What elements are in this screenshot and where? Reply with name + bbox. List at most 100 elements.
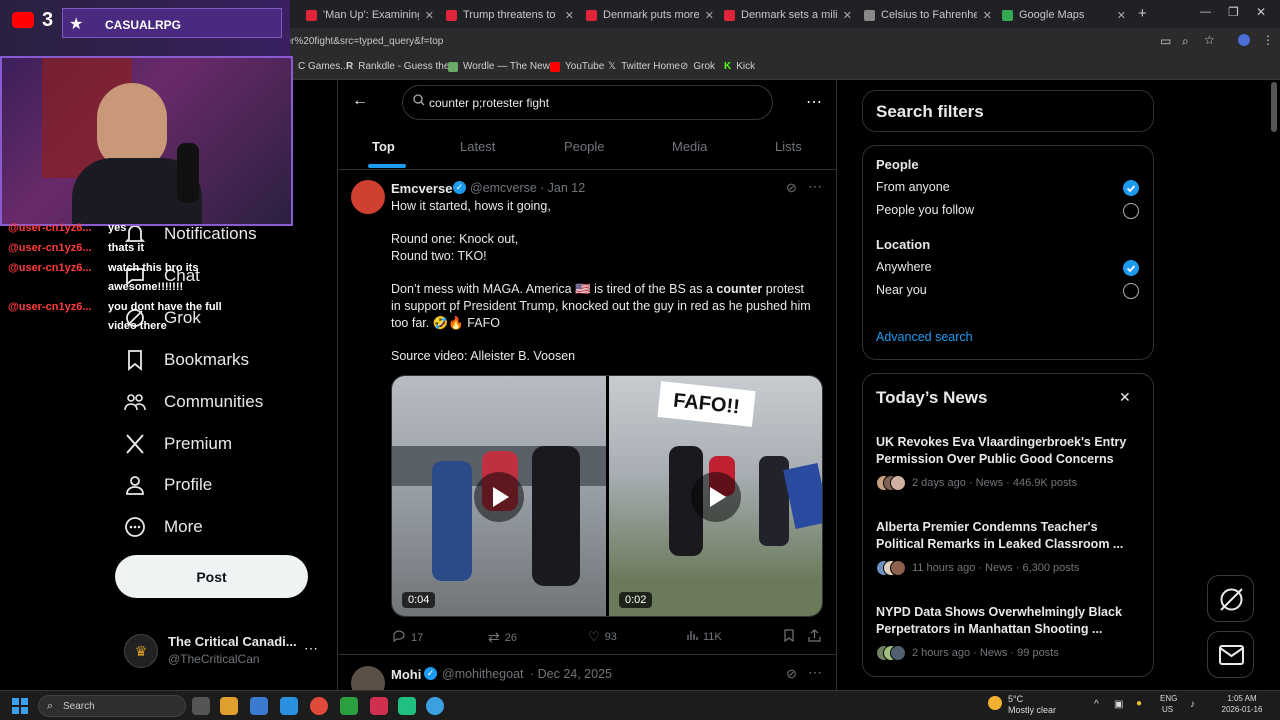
account-switcher[interactable]: ♛ The Critical Canadi... @TheCriticalCan… [124,630,324,672]
news-headline[interactable]: UK Revokes Eva Vlaardingerbroek's Entry … [876,434,1138,468]
more-dots-icon[interactable]: ⋯ [304,640,318,657]
tab-latest[interactable]: Latest [460,139,495,154]
tab-top[interactable]: Top [372,139,395,154]
close-icon[interactable]: ✕ [565,9,574,22]
post-button[interactable]: Post [115,555,308,598]
play-button[interactable] [474,472,524,522]
nav-profile[interactable]: Profile [123,469,212,501]
close-icon[interactable]: ✕ [843,9,852,22]
views-button[interactable]: 11K [686,629,722,644]
xbox-icon[interactable] [340,697,358,715]
network-icon[interactable]: ▣ [1114,699,1123,710]
app-icon[interactable] [398,697,416,715]
bookmark-item[interactable]: YouTube [550,61,604,72]
bookmark-item[interactable]: R Rankdle - Guess the... [346,61,458,72]
radio-from-anyone[interactable] [1123,180,1139,196]
browser-tab[interactable]: Denmark sets a military b✕ [718,4,858,26]
extension-icon[interactable] [1238,34,1250,46]
video-thumbnail[interactable]: 0:04 [392,376,606,616]
radio-anywhere[interactable] [1123,260,1139,276]
taskbar-search-input[interactable]: ⌕ Search [38,695,186,717]
chrome-icon[interactable] [310,697,328,715]
close-icon[interactable]: ✕ [425,9,434,22]
browser-tab[interactable]: Celsius to Fahrenheit Con✕ [858,4,998,26]
close-icon[interactable]: ✕ [1117,9,1126,22]
bookmark-button[interactable] [783,629,795,645]
tab-people[interactable]: People [564,139,604,154]
post-handle[interactable]: @mohithegoat [442,667,524,681]
bookmark-item[interactable]: K Kick [724,61,755,72]
grok-icon[interactable]: ⊘ [786,180,797,196]
radio-near-you[interactable] [1123,283,1139,299]
video-thumbnail[interactable]: FAFO!! 0:02 [609,376,822,616]
task-view-icon[interactable] [192,697,210,715]
browser-tab[interactable]: 'Man Up': Examining the✕ [300,4,440,26]
bookmark-item[interactable]: 𝕏 Twitter Home [608,61,680,72]
tab-media[interactable]: Media [672,139,707,154]
new-tab-button[interactable]: + [1138,5,1147,22]
advanced-search-link[interactable]: Advanced search [876,330,973,344]
search-input[interactable]: counter p;rotester fight [402,85,773,120]
news-headline[interactable]: Alberta Premier Condemns Teacher's Polit… [876,519,1138,553]
filter-option-from-anyone[interactable]: From anyone [876,180,950,194]
bookmark-item[interactable]: ⊘ Grok [680,61,715,72]
stream-header-overlay: 3 ★ CASUALRPG [0,0,290,56]
more-dots-icon[interactable]: ⋯ [808,178,822,195]
share-button[interactable] [808,629,821,645]
bookmark-item[interactable]: C Games... [298,61,349,72]
radio-people-you-follow[interactable] [1123,203,1139,219]
grok-icon[interactable]: ⊘ [786,666,797,682]
nav-communities[interactable]: Communities [123,386,263,418]
close-icon[interactable]: ✕ [983,9,992,22]
repost-button[interactable]: ⇄ 26 [488,629,517,646]
back-arrow-icon[interactable]: ← [352,92,368,110]
post-date[interactable]: · Dec 24, 2025 [530,667,612,681]
clock-time[interactable]: 1:05 AM [1212,694,1272,703]
post-date[interactable]: · Jan 12 [540,181,585,195]
chrome-active-icon[interactable] [426,697,444,715]
post-handle[interactable]: @emcverse [470,181,537,195]
close-icon[interactable]: ✕ [705,9,714,22]
filter-option-people-you-follow[interactable]: People you follow [876,203,974,217]
bookmark-star-icon[interactable]: ☆ [1204,33,1215,47]
grok-floating-button[interactable] [1207,575,1254,622]
close-window-button[interactable]: ✕ [1256,5,1266,19]
post-author[interactable]: Mohi [391,667,421,682]
nav-premium[interactable]: Premium [123,428,232,460]
messages-floating-button[interactable] [1207,631,1254,678]
nav-bookmarks[interactable]: Bookmarks [123,344,249,376]
app-icon[interactable] [370,697,388,715]
filter-option-anywhere[interactable]: Anywhere [876,260,932,274]
like-button[interactable]: ♡ 93 [588,629,617,645]
menu-kebab-icon[interactable]: ⋮ [1262,33,1274,47]
windows-start-icon[interactable] [12,698,28,719]
file-explorer-icon[interactable] [220,697,238,715]
filter-option-near-you[interactable]: Near you [876,283,927,297]
mail-icon[interactable] [280,697,298,715]
scrollbar-thumb[interactable] [1271,82,1277,132]
play-button[interactable] [691,472,741,522]
tab-lists[interactable]: Lists [775,139,802,154]
nav-more[interactable]: More [123,511,203,543]
more-dots-icon[interactable]: ⋯ [808,664,822,681]
more-dots-icon[interactable]: ⋯ [806,92,822,112]
minimize-button[interactable]: — [1200,6,1211,18]
reply-button[interactable]: 17 [392,629,423,646]
mic-icon[interactable]: ● [1136,698,1142,709]
heart-icon: ♡ [588,629,600,644]
close-icon[interactable]: ✕ [1119,389,1131,406]
news-headline[interactable]: NYPD Data Shows Overwhelmingly Black Per… [876,604,1138,638]
browser-tab[interactable]: Denmark puts more troop✕ [580,4,720,26]
browser-tab[interactable]: Trump threatens to invoke✕ [440,4,580,26]
bookmark-item[interactable]: Wordle — The New... [448,61,558,72]
post-author[interactable]: Emcverse [391,181,452,196]
chevron-up-icon[interactable]: ^ [1094,699,1099,710]
cast-icon[interactable]: ▭ [1160,34,1171,48]
speaker-icon[interactable]: ♪ [1190,699,1195,710]
avatar[interactable] [351,180,385,214]
browser-tab[interactable]: Google Maps ✕ [996,4,1132,26]
store-icon[interactable] [250,697,268,715]
zoom-icon[interactable]: ⌕ [1182,34,1189,49]
language-indicator[interactable]: ENG [1160,694,1177,703]
maximize-button[interactable]: ❐ [1228,5,1239,19]
